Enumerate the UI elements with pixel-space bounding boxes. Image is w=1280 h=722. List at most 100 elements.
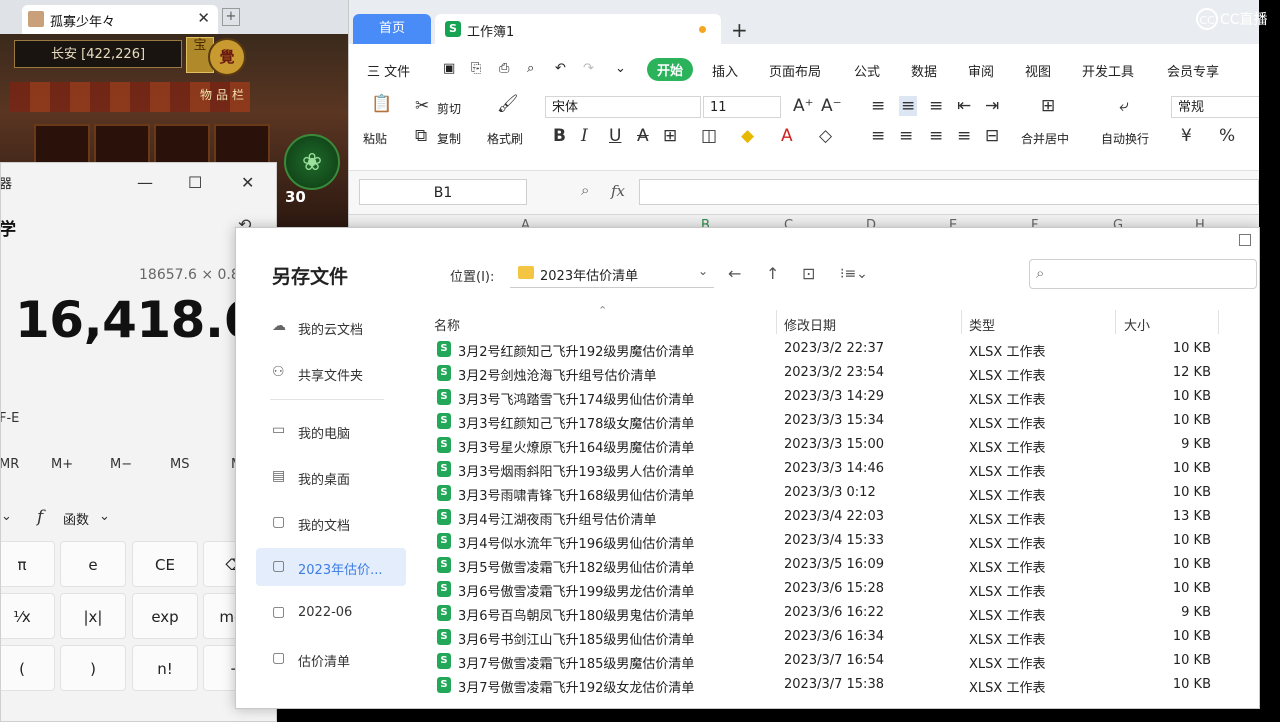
- merge-icon[interactable]: ⊞: [1041, 96, 1055, 116]
- preview-icon[interactable]: ⌕: [527, 61, 534, 76]
- exp-key[interactable]: exp: [132, 593, 198, 639]
- paste-icon[interactable]: 📋: [371, 94, 392, 114]
- bold-icon[interactable]: B: [553, 126, 566, 146]
- sidebar-item[interactable]: ▢ 2023年估价...: [256, 548, 406, 586]
- font-color-icon[interactable]: A: [781, 126, 793, 146]
- column-divider[interactable]: [1115, 310, 1116, 334]
- italic-icon[interactable]: I: [581, 126, 588, 146]
- align-left-icon[interactable]: ≡: [871, 126, 885, 146]
- column-divider[interactable]: [961, 310, 962, 334]
- ce-key[interactable]: CE: [132, 541, 198, 587]
- file-row[interactable]: S 3月4号似水流年飞升196级男仙估价清单 2023/3/4 15:33 XLSX …: [431, 529, 1221, 553]
- copy-icon[interactable]: ⧉: [415, 126, 427, 146]
- distribute-icon[interactable]: ⊟: [985, 126, 999, 146]
- sidebar-item[interactable]: ▢ 估价清单: [256, 640, 406, 678]
- search-input[interactable]: ⌕: [1029, 259, 1257, 289]
- font-grow-icon[interactable]: A⁺: [793, 96, 814, 116]
- file-row[interactable]: S 3月3号雨啸青锋飞升168级男仙估价清单 2023/3/3 0:12 XLSX 工…: [431, 481, 1221, 505]
- fx-icon[interactable]: fx: [611, 182, 625, 200]
- m-plus-button[interactable]: M+: [51, 457, 73, 472]
- sidebar-item[interactable]: ⚇ 共享文件夹: [256, 354, 406, 392]
- game-seal-icon[interactable]: 覺: [208, 38, 246, 76]
- align-center-icon[interactable]: ≡: [899, 126, 913, 146]
- column-divider[interactable]: [776, 310, 777, 334]
- eraser-icon[interactable]: ◇: [819, 126, 832, 146]
- menu-view[interactable]: 视图: [1025, 61, 1051, 80]
- format-painter-icon[interactable]: 🖌: [497, 94, 519, 114]
- abs-key[interactable]: |x|: [60, 593, 126, 639]
- column-name[interactable]: 名称: [434, 315, 460, 334]
- cut-icon[interactable]: ✂: [415, 96, 429, 116]
- font-select[interactable]: 宋体: [545, 96, 701, 118]
- indent-icon[interactable]: ⇥: [985, 96, 999, 116]
- file-row[interactable]: S 3月6号书剑江山飞升185级男仙估价清单 2023/3/6 16:34 XLSX …: [431, 625, 1221, 649]
- m-minus-button[interactable]: M−: [110, 457, 132, 472]
- paste-button[interactable]: 粘贴: [363, 130, 387, 147]
- open-paren-key[interactable]: (: [1, 645, 55, 691]
- align-bottom-icon[interactable]: ≡: [929, 96, 943, 116]
- file-row[interactable]: S 3月3号星火燎原飞升164级男魔估价清单 2023/3/3 15:00 XLSX …: [431, 433, 1221, 457]
- reciprocal-key[interactable]: ¹⁄x: [1, 593, 55, 639]
- jade-emblem-icon[interactable]: ❀: [284, 134, 340, 190]
- ms-button[interactable]: MS: [170, 457, 189, 472]
- close-tab-icon[interactable]: ✕: [197, 9, 210, 27]
- sidebar-item[interactable]: ☁ 我的云文档: [256, 308, 406, 346]
- file-row[interactable]: S 3月3号烟雨斜阳飞升193级男人估价清单 2023/3/3 14:46 XLSX …: [431, 457, 1221, 481]
- format-painter-button[interactable]: 格式刷: [487, 130, 523, 147]
- mr-button[interactable]: MR: [1, 457, 19, 472]
- file-row[interactable]: S 3月2号红颜知己飞升192级男魔估价清单 2023/3/2 22:37 XLSX …: [431, 337, 1221, 361]
- menu-formula[interactable]: 公式: [854, 61, 880, 80]
- menu-member[interactable]: 会员专享: [1167, 61, 1219, 80]
- align-right-icon[interactable]: ≡: [929, 126, 943, 146]
- sidebar-item[interactable]: ▢ 2022-06: [256, 594, 406, 632]
- name-box[interactable]: B1: [359, 179, 527, 205]
- copy-button[interactable]: 复制: [437, 130, 461, 147]
- cut-button[interactable]: 剪切: [437, 100, 461, 117]
- location-dropdown[interactable]: 2023年估价清单 ⌄: [510, 259, 714, 288]
- e-key[interactable]: e: [60, 541, 126, 587]
- wrap-text-button[interactable]: 自动换行: [1101, 130, 1149, 147]
- column-date[interactable]: 修改日期: [784, 315, 836, 334]
- browser-tab[interactable]: 孤寡少年々 ✕: [22, 5, 218, 34]
- file-row[interactable]: S 3月5号傲雪凌霜飞升182级男仙估价清单 2023/3/5 16:09 XLSX …: [431, 553, 1221, 577]
- justify-icon[interactable]: ≡: [957, 126, 971, 146]
- view-mode-icon[interactable]: ⁝≡⌄: [840, 266, 868, 282]
- menu-page-layout[interactable]: 页面布局: [769, 61, 821, 80]
- save-icon[interactable]: ▣: [443, 61, 455, 76]
- currency-button[interactable]: ¥: [1181, 126, 1192, 146]
- new-tab-button[interactable]: +: [222, 8, 240, 26]
- new-folder-icon[interactable]: ⊡: [802, 264, 815, 283]
- align-middle-icon[interactable]: ≡: [899, 96, 918, 116]
- chevron-down-icon[interactable]: ⌄: [99, 509, 110, 524]
- tab-home[interactable]: 首页: [353, 14, 431, 44]
- formula-input[interactable]: [639, 179, 1259, 205]
- file-row[interactable]: S 3月6号百鸟朝凤飞升180级男鬼估价清单 2023/3/6 16:22 XLSX …: [431, 601, 1221, 625]
- export-icon[interactable]: ⎘: [471, 61, 481, 76]
- cell-style-icon[interactable]: ◫: [701, 126, 717, 146]
- sidebar-item[interactable]: ▭ 我的电脑: [256, 412, 406, 450]
- close-button[interactable]: ✕: [241, 173, 254, 192]
- file-row[interactable]: S 3月7号傲雪凌霜飞升192级女龙估价清单 2023/3/7 15:38 XLSX …: [431, 673, 1221, 697]
- sidebar-item[interactable]: ▤ 我的桌面: [256, 458, 406, 496]
- menu-start[interactable]: 开始: [647, 58, 694, 81]
- number-format-select[interactable]: 常规: [1171, 96, 1259, 118]
- underline-icon[interactable]: U: [609, 126, 621, 146]
- menu-review[interactable]: 审阅: [968, 61, 994, 80]
- menu-file[interactable]: 三 文件: [367, 61, 410, 80]
- tab-workbook[interactable]: S 工作簿1: [435, 14, 721, 44]
- column-divider[interactable]: [1218, 310, 1219, 334]
- wrap-icon[interactable]: ⤶: [1119, 96, 1129, 116]
- zoom-icon[interactable]: ⌕: [581, 181, 589, 199]
- print-icon[interactable]: ⎙: [499, 61, 509, 76]
- menu-insert[interactable]: 插入: [712, 61, 738, 80]
- maximize-button[interactable]: [1239, 234, 1251, 246]
- file-row[interactable]: S 3月3号红颜知己飞升178级女魔估价清单 2023/3/3 15:34 XLSX …: [431, 409, 1221, 433]
- back-icon[interactable]: ←: [728, 264, 741, 283]
- column-size[interactable]: 大小: [1124, 315, 1150, 334]
- function-button[interactable]: 函数: [63, 509, 89, 528]
- chevron-down-icon[interactable]: ⌄: [615, 61, 626, 76]
- fe-button[interactable]: F-E: [1, 411, 19, 426]
- align-top-icon[interactable]: ≡: [871, 96, 885, 116]
- fill-color-icon[interactable]: ◆: [741, 126, 754, 146]
- sidebar-item[interactable]: ▢ 我的文档: [256, 504, 406, 542]
